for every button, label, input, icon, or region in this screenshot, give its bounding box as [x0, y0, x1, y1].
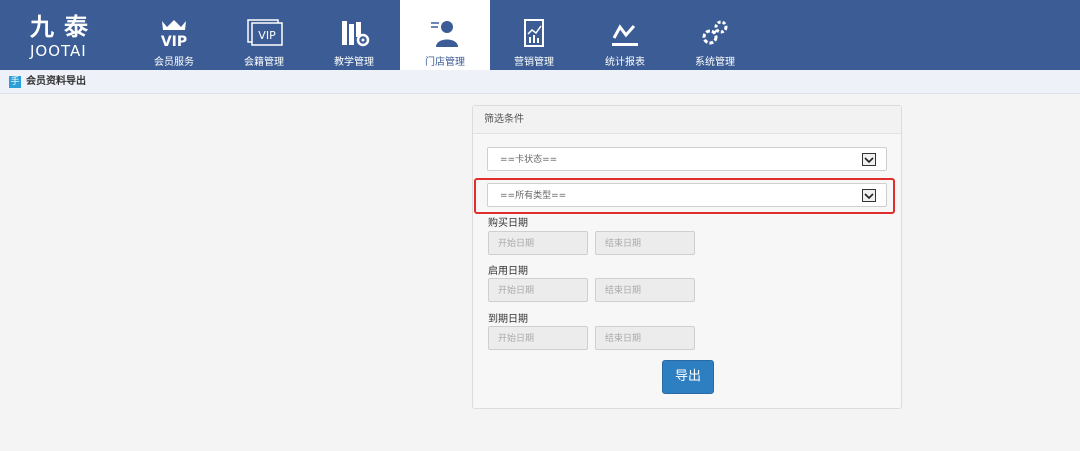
breadcrumb: 手 会员资料导出 — [0, 70, 1080, 94]
nav-statistics-reports[interactable]: 统计报表 — [580, 0, 670, 70]
svg-text:VIP: VIP — [161, 34, 187, 48]
nav-label: 统计报表 — [605, 57, 645, 68]
expiry-end-date-input[interactable]: 结束日期 — [595, 326, 695, 350]
line-chart-icon — [580, 16, 670, 50]
svg-text:VIP: VIP — [258, 29, 276, 42]
date-placeholder: 结束日期 — [605, 286, 642, 296]
vip-card-icon: VIP — [219, 16, 309, 50]
purchase-start-date-input[interactable]: 开始日期 — [488, 231, 588, 255]
nav-member-service[interactable]: VIP 会员服务 — [129, 0, 219, 70]
date-placeholder: 结束日期 — [605, 334, 642, 344]
filter-panel: 筛选条件 ==卡状态== ==所有类型== 购买日期 开始日期 结束日期 启用日… — [472, 105, 902, 409]
chevron-down-icon[interactable] — [862, 153, 876, 166]
logo-english-text: JOOTAI — [30, 42, 87, 60]
nav-marketing-management[interactable]: 营销管理 — [489, 0, 579, 70]
nav-label: 系统管理 — [695, 57, 735, 68]
card-status-select[interactable]: ==卡状态== — [487, 147, 887, 171]
purchase-date-label: 购买日期 — [488, 218, 528, 229]
nav-label: 会籍管理 — [244, 57, 284, 68]
date-placeholder: 开始日期 — [498, 334, 535, 344]
gears-icon — [670, 16, 760, 50]
highlight-box — [474, 178, 895, 214]
filter-panel-title: 筛选条件 — [484, 114, 524, 125]
card-status-value: ==卡状态== — [500, 155, 558, 165]
activation-start-date-input[interactable]: 开始日期 — [488, 278, 588, 302]
nav-label: 会员服务 — [154, 57, 194, 68]
books-gear-icon — [309, 16, 399, 50]
date-placeholder: 开始日期 — [498, 286, 535, 296]
nav-teaching-management[interactable]: 教学管理 — [309, 0, 399, 70]
logo-chinese-text: 九泰 — [30, 13, 98, 41]
activation-end-date-input[interactable]: 结束日期 — [595, 278, 695, 302]
chart-board-icon — [489, 16, 579, 50]
date-placeholder: 结束日期 — [605, 239, 642, 249]
nav-membership-management[interactable]: VIP 会籍管理 — [219, 0, 309, 70]
nav-label: 营销管理 — [514, 57, 554, 68]
top-navigation-bar: 九泰 JOOTAI VIP 会员服务 VIP 会籍管理 教学管理 门店管理 营销… — [0, 0, 1080, 70]
expiry-start-date-input[interactable]: 开始日期 — [488, 326, 588, 350]
nav-store-management[interactable]: 门店管理 — [400, 0, 490, 70]
page-title: 会员资料导出 — [26, 76, 86, 87]
user-admin-icon — [400, 16, 490, 50]
nav-system-management[interactable]: 系统管理 — [670, 0, 760, 70]
date-placeholder: 开始日期 — [498, 239, 535, 249]
jootai-logo[interactable]: 九泰 JOOTAI — [30, 14, 130, 64]
purchase-end-date-input[interactable]: 结束日期 — [595, 231, 695, 255]
activation-date-label: 启用日期 — [488, 266, 528, 277]
page-icon: 手 — [9, 76, 21, 88]
nav-label: 门店管理 — [425, 57, 465, 68]
export-button[interactable]: 导出 — [662, 360, 714, 394]
vip-crown-icon: VIP — [129, 16, 219, 50]
filter-panel-header: 筛选条件 — [473, 106, 901, 134]
expiry-date-label: 到期日期 — [488, 314, 528, 325]
nav-label: 教学管理 — [334, 57, 374, 68]
